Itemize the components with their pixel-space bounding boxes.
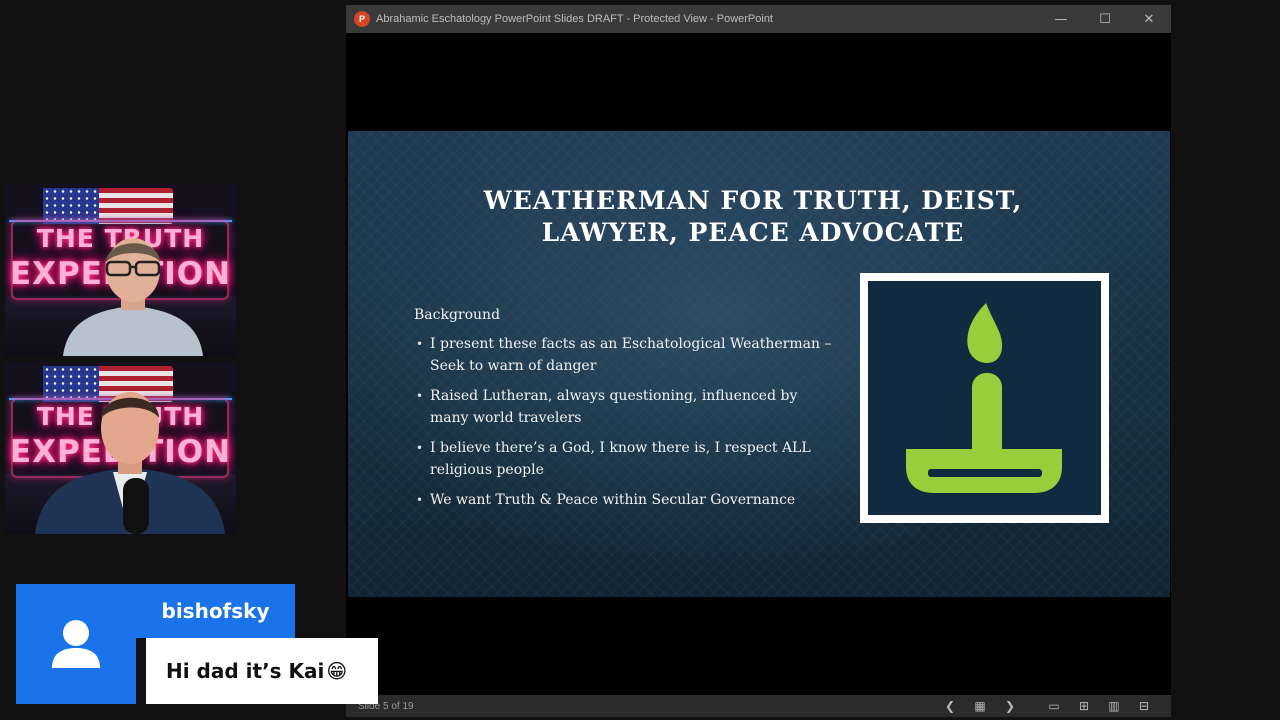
slide-sorter-icon[interactable]: ⊞: [1073, 695, 1095, 717]
reading-view-icon[interactable]: ▥: [1103, 695, 1125, 717]
slide-canvas[interactable]: WEATHERMAN FOR TRUTH, DEIST, LAWYER, PEA…: [348, 131, 1170, 597]
window-controls: — ☐ ✕: [1039, 5, 1171, 33]
bullet-item: I present these facts as an Eschatologic…: [414, 333, 834, 377]
user-avatar-icon: [52, 620, 100, 668]
slide-title-line-1: WEATHERMAN FOR TRUTH, DEIST,: [483, 186, 1023, 215]
webcam-feed-host-1: THE TRUTH EXPEDITION: [5, 184, 236, 356]
next-slide-icon[interactable]: ❯: [999, 695, 1021, 717]
chat-message-bubble: Hi dad it’s Kai 😁: [146, 638, 378, 704]
window-title: Abrahamic Eschatology PowerPoint Slides …: [376, 13, 773, 25]
bullet-item: We want Truth & Peace within Secular Gov…: [414, 489, 834, 511]
normal-view-icon[interactable]: ▭: [1043, 695, 1065, 717]
title-bar: P Abrahamic Eschatology PowerPoint Slide…: [346, 5, 1171, 33]
slide-menu-icon[interactable]: ▦: [969, 695, 991, 717]
bullet-item: Raised Lutheran, always questioning, inf…: [414, 385, 834, 429]
previous-slide-icon[interactable]: ❮: [939, 695, 961, 717]
bullet-list: I present these facts as an Eschatologic…: [414, 333, 834, 511]
close-icon[interactable]: ✕: [1127, 5, 1171, 33]
american-flag-icon: [43, 188, 173, 224]
webcam-feed-host-2: THE TRUTH EXPEDITION: [5, 362, 236, 534]
view-controls: ❮ ▦ ❯ ▭ ⊞ ▥ ⊟: [939, 695, 1155, 717]
slide-image-frame: [860, 273, 1109, 523]
host-1-figure: [63, 238, 203, 356]
slide-body: Background I present these facts as an E…: [414, 307, 834, 519]
powerpoint-window: P Abrahamic Eschatology PowerPoint Slide…: [346, 5, 1171, 717]
chat-avatar: [16, 584, 136, 704]
chat-username: bishofsky: [136, 584, 295, 638]
slide-heading: Background: [414, 307, 501, 323]
slideshow-icon[interactable]: ⊟: [1133, 695, 1155, 717]
powerpoint-icon: P: [354, 11, 370, 27]
maximize-icon[interactable]: ☐: [1083, 5, 1127, 33]
minimize-icon[interactable]: —: [1039, 5, 1083, 33]
status-bar: Slide 5 of 19 ❮ ▦ ❯ ▭ ⊞ ▥ ⊟: [346, 695, 1171, 717]
slide-title: WEATHERMAN FOR TRUTH, DEIST, LAWYER, PEA…: [408, 185, 1098, 249]
candle-icon: [906, 303, 1062, 493]
slide-title-line-2: LAWYER, PEACE ADVOCATE: [541, 218, 965, 247]
chat-message-text: Hi dad it’s Kai: [166, 659, 325, 683]
grin-emoji-icon: 😁: [326, 659, 348, 683]
bullet-item: I believe there’s a God, I know there is…: [414, 437, 834, 481]
host-2-figure: [35, 392, 225, 534]
